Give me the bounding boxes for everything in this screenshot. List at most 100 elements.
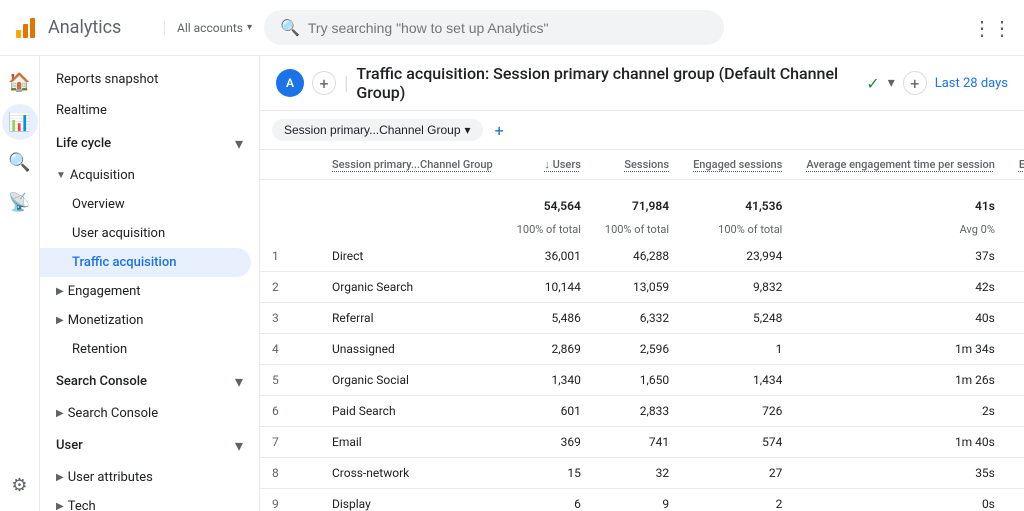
filter-chip-label: Session primary...Channel Group bbox=[284, 123, 461, 137]
title-add-button[interactable]: + bbox=[903, 71, 927, 95]
cell-engaged: 5,248 bbox=[681, 303, 794, 334]
col-header-channel[interactable]: Session primary...Channel Group bbox=[320, 150, 505, 180]
sidebar-group-lifecycle-header[interactable]: Life cycle ▾ bbox=[40, 126, 259, 161]
cell-engaged: 726 bbox=[681, 396, 794, 427]
cell-channel: Email bbox=[320, 427, 505, 458]
table-area: Session primary...Channel Group ↓ Users … bbox=[260, 150, 1024, 511]
cell-engaged-per-user: 1.21 bbox=[1007, 396, 1024, 427]
acquisition-label: Acquisition bbox=[70, 168, 135, 183]
cell-engaged-per-user: 0.33 bbox=[1007, 489, 1024, 511]
table-row: 3 Referral 5,486 6,332 5,248 40s 0.96 11… bbox=[260, 303, 1024, 334]
add-filter-button[interactable]: + bbox=[495, 121, 504, 140]
search-bar[interactable]: 🔍 bbox=[264, 10, 724, 45]
cell-channel: Organic Search bbox=[320, 272, 505, 303]
rail-advertising[interactable]: 📡 bbox=[2, 184, 38, 220]
cell-sessions: 2,833 bbox=[593, 396, 681, 427]
topbar: Analytics All accounts ▾ 🔍 ⋮⋮ bbox=[0, 0, 1024, 56]
sidebar-item-search-console[interactable]: ▶ Search Console bbox=[40, 399, 259, 428]
search-input[interactable] bbox=[308, 20, 708, 36]
col-header-sessions[interactable]: Sessions bbox=[593, 150, 681, 180]
rail-settings[interactable]: ⚙ bbox=[2, 467, 38, 503]
date-range[interactable]: Last 28 days bbox=[935, 76, 1008, 91]
cell-users: 1,340 bbox=[505, 365, 593, 396]
sidebar-sub-user-acquisition[interactable]: User acquisition bbox=[40, 219, 259, 248]
cell-engaged-per-user: 0.67 bbox=[1007, 241, 1024, 272]
channel-group-filter[interactable]: Session primary...Channel Group ▾ bbox=[272, 119, 483, 141]
sidebar-item-monetization[interactable]: ▶ Monetization bbox=[40, 306, 259, 335]
filter-dropdown-icon: ▾ bbox=[465, 123, 471, 137]
title-dropdown-icon[interactable]: ▾ bbox=[888, 75, 895, 91]
sidebar-item-reports-snapshot-label: Reports snapshot bbox=[56, 72, 158, 87]
rail-home[interactable]: 🏠 bbox=[2, 64, 38, 100]
sidebar-item-user-attributes[interactable]: ▶ User attributes bbox=[40, 463, 259, 492]
monetization-label: Monetization bbox=[68, 313, 144, 328]
cell-avg-time: 1m 40s bbox=[794, 427, 1007, 458]
sidebar-item-reports-snapshot[interactable]: Reports snapshot bbox=[40, 64, 259, 95]
add-comparison-button[interactable]: + bbox=[312, 71, 336, 95]
cell-engaged: 1,434 bbox=[681, 365, 794, 396]
cell-users: 2,869 bbox=[505, 334, 593, 365]
tech-arrow-icon: ▶ bbox=[56, 501, 64, 511]
totals-engaged-pct: 100% of total bbox=[681, 214, 794, 244]
search-console-chevron-icon: ▾ bbox=[235, 372, 243, 391]
col-header-avg-time[interactable]: Average engagement time per session bbox=[794, 150, 1007, 180]
cell-engaged-per-user: 1.07 bbox=[1007, 365, 1024, 396]
sidebar-item-tech[interactable]: ▶ Tech bbox=[40, 492, 259, 511]
cell-avg-time: 0s bbox=[794, 489, 1007, 511]
cell-engaged: 9,832 bbox=[681, 272, 794, 303]
cell-num: 8 bbox=[260, 458, 320, 489]
cell-num: 5 bbox=[260, 365, 320, 396]
all-accounts-dropdown[interactable]: All accounts ▾ bbox=[164, 21, 252, 35]
cell-avg-time: 42s bbox=[794, 272, 1007, 303]
sidebar-item-retention[interactable]: Retention bbox=[40, 335, 259, 364]
cell-engaged-per-user: 0.96 bbox=[1007, 303, 1024, 334]
table-row: 6 Paid Search 601 2,833 726 2s 1.21 3.95 bbox=[260, 396, 1024, 427]
user-section-label: User bbox=[56, 438, 83, 453]
sidebar-group-user-header[interactable]: User ▾ bbox=[40, 428, 259, 463]
logo: Analytics bbox=[12, 14, 152, 42]
sidebar-item-engagement[interactable]: ▶ Engagement bbox=[40, 277, 259, 306]
engagement-label: Engagement bbox=[68, 284, 141, 299]
search-console-section-label: Search Console bbox=[56, 374, 147, 389]
cell-num: 1 bbox=[260, 241, 320, 272]
table-row: 2 Organic Search 10,144 13,059 9,832 42s… bbox=[260, 272, 1024, 303]
content-header: A + | Traffic acquisition: Session prima… bbox=[260, 56, 1024, 111]
totals-row: 54,564 71,984 41,536 41s 0.76 11.52 bbox=[260, 180, 1024, 211]
rail-reports[interactable]: 📊 bbox=[2, 104, 38, 140]
sidebar-sub-traffic-acquisition[interactable]: Traffic acquisition bbox=[40, 248, 251, 277]
cell-users: 601 bbox=[505, 396, 593, 427]
cell-channel: Direct bbox=[320, 241, 505, 272]
sidebar-sub-overview[interactable]: Overview bbox=[40, 190, 259, 219]
cell-sessions: 2,596 bbox=[593, 334, 681, 365]
cell-channel: Display bbox=[320, 489, 505, 511]
totals-avg-time-sub: Avg 0% bbox=[794, 214, 1007, 244]
rail-explore[interactable]: 🔍 bbox=[2, 144, 38, 180]
sidebar-group-user: User ▾ ▶ User attributes ▶ Tech bbox=[40, 428, 259, 511]
totals-users-pct: 100% of total bbox=[505, 214, 593, 244]
cell-avg-time: 2s bbox=[794, 396, 1007, 427]
sidebar-item-realtime-label: Realtime bbox=[56, 103, 107, 118]
cell-sessions: 32 bbox=[593, 458, 681, 489]
cell-num: 7 bbox=[260, 427, 320, 458]
col-header-engaged-per-user[interactable]: Engaged sessions per user bbox=[1007, 150, 1024, 180]
cell-users: 15 bbox=[505, 458, 593, 489]
sidebar-group-lifecycle: Life cycle ▾ ▼ Acquisition Overview User… bbox=[40, 126, 259, 364]
cell-engaged-per-user: 1.80 bbox=[1007, 458, 1024, 489]
grid-icon[interactable]: ⋮⋮ bbox=[972, 16, 1012, 40]
cell-engaged: 23,994 bbox=[681, 241, 794, 272]
user-attributes-arrow-icon: ▶ bbox=[56, 472, 64, 483]
totals-engaged-per-user-sub: Avg 0% bbox=[1007, 214, 1024, 244]
cell-avg-time: 1m 26s bbox=[794, 365, 1007, 396]
sidebar-item-acquisition[interactable]: ▼ Acquisition bbox=[40, 161, 259, 190]
col-header-users[interactable]: ↓ Users bbox=[505, 150, 593, 180]
sidebar-item-realtime[interactable]: Realtime bbox=[40, 95, 259, 126]
sidebar-group-search-console-header[interactable]: Search Console ▾ bbox=[40, 364, 259, 399]
lifecycle-label: Life cycle bbox=[56, 136, 111, 151]
user-attributes-label: User attributes bbox=[68, 470, 153, 485]
cell-engaged: 574 bbox=[681, 427, 794, 458]
search-console-label: Search Console bbox=[68, 406, 158, 421]
col-header-engaged[interactable]: Engaged sessions bbox=[681, 150, 794, 180]
all-accounts-label: All accounts bbox=[177, 21, 243, 35]
search-icon: 🔍 bbox=[280, 18, 300, 37]
cell-channel: Cross-network bbox=[320, 458, 505, 489]
